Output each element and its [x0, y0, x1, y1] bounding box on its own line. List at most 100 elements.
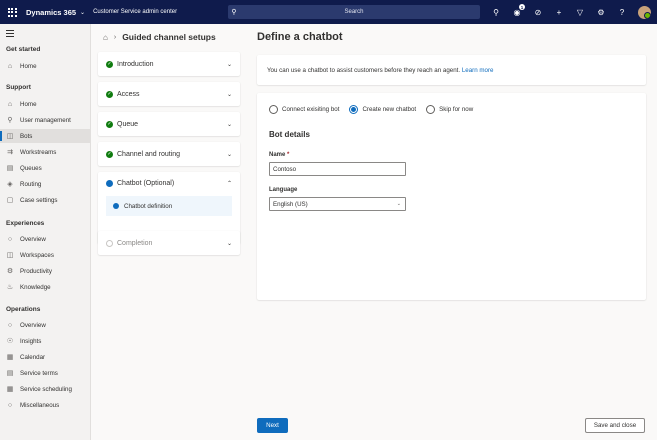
nav-label: Overview: [20, 235, 46, 243]
name-label: Name *: [269, 152, 289, 158]
search-box[interactable]: ⚲ Search: [228, 5, 480, 19]
left-nav: Get started ⌂ Home Support ⌂ Home ⚲ User ma…: [0, 24, 91, 440]
radio-circle-selected: [349, 105, 359, 114]
settings-icon[interactable]: ⚙: [596, 7, 606, 17]
check-circle-icon: ✓: [106, 120, 113, 128]
step-label: Access: [117, 90, 140, 98]
bot-icon: ◫: [6, 133, 14, 140]
top-icons: ⚲ ◉ 1 ⊘ + ▽ ⚙ ?: [491, 0, 651, 24]
nav-label: Service terms: [20, 369, 58, 377]
current-step-icon: [106, 180, 113, 187]
filter-icon[interactable]: ▽: [575, 7, 585, 17]
nav-item-service-scheduling[interactable]: ▦ Service scheduling: [0, 382, 90, 396]
assist-icon[interactable]: ⊘: [533, 7, 543, 17]
step-label: Channel and routing: [117, 150, 181, 158]
language-value: English (US): [273, 200, 308, 208]
bot-details-heading: Bot details: [269, 130, 310, 139]
name-field[interactable]: Contoso: [269, 162, 406, 176]
check-circle-icon: ✓: [106, 90, 113, 98]
step-queue[interactable]: ✓ Queue ⌄: [98, 112, 240, 136]
scheduling-icon: ▦: [6, 386, 14, 393]
nav-item-service-terms[interactable]: ▤ Service terms: [0, 366, 90, 380]
nav-label: Insights: [20, 337, 42, 345]
search-icon: ⚲: [231, 9, 237, 16]
queue-icon: ▤: [6, 165, 14, 172]
hamburger-icon[interactable]: [6, 30, 14, 39]
nav-label: Workstreams: [20, 148, 57, 156]
substep-label: Chatbot definition: [124, 202, 173, 210]
top-bar: Dynamics 365 ⌄ Customer Service admin ce…: [0, 0, 657, 24]
chevron-down-icon[interactable]: ⌄: [80, 9, 85, 16]
nav-item-productivity[interactable]: ⚙ Productivity: [0, 264, 90, 278]
search-placeholder: Search: [344, 9, 364, 15]
radio-circle: [426, 105, 436, 114]
step-label: Chatbot (Optional): [117, 180, 175, 187]
radio-create-new[interactable]: Create new chatbot: [349, 105, 416, 114]
home-icon[interactable]: ⌂: [103, 33, 108, 42]
nav-item-home[interactable]: ⌂ Home: [0, 97, 90, 111]
nav-label: Productivity: [20, 267, 52, 275]
add-icon[interactable]: +: [554, 7, 564, 17]
home-icon: ⌂: [7, 62, 13, 70]
nav-item-queues[interactable]: ▤ Queues: [0, 161, 90, 175]
nav-label: Case settings: [20, 196, 58, 204]
step-completion[interactable]: Completion ⌄: [98, 231, 240, 255]
case-icon: ▢: [6, 197, 14, 204]
area-name: Customer Service admin center: [93, 9, 178, 15]
learn-more-link[interactable]: Learn more: [462, 67, 494, 74]
nav-label: Queues: [20, 164, 42, 172]
chevron-right-icon: ›: [113, 33, 117, 41]
language-label: Language: [269, 187, 298, 193]
avatar[interactable]: [638, 5, 651, 19]
radio-connect-existing[interactable]: Connect exisiting bot: [269, 105, 339, 114]
next-button[interactable]: Next: [257, 418, 288, 433]
nav-item-user-management[interactable]: ⚲ User management: [0, 113, 90, 127]
save-and-close-button[interactable]: Save and close: [585, 418, 645, 433]
nav-label: Home: [20, 62, 37, 70]
nav-item-overview-operations[interactable]: ○ Overview: [0, 318, 90, 332]
step-introduction[interactable]: ✓ Introduction ⌄: [98, 52, 240, 76]
chevron-down-icon: ⌄: [226, 61, 232, 68]
home-icon: ⌂: [7, 100, 13, 108]
app-name[interactable]: Dynamics 365: [26, 8, 76, 17]
chevron-down-icon: ⌄: [396, 201, 401, 207]
insights-icon: ☉: [6, 338, 14, 345]
nav-item-miscellaneous[interactable]: ○ Miscellaneous: [0, 398, 90, 412]
nav-item-workstreams[interactable]: ⇉ Workstreams: [0, 145, 90, 159]
step-access[interactable]: ✓ Access ⌄: [98, 82, 240, 106]
chevron-down-icon: ⌄: [226, 151, 232, 158]
language-dropdown[interactable]: English (US) ⌄: [269, 197, 406, 211]
overview-icon: ○: [7, 321, 13, 329]
nav-item-calendar[interactable]: ▦ Calendar: [0, 350, 90, 364]
miscellaneous-icon: ○: [7, 401, 13, 409]
step-channel-routing[interactable]: ✓ Channel and routing ⌄: [98, 142, 240, 166]
nav-item-workspaces[interactable]: ◫ Workspaces: [0, 248, 90, 262]
check-circle-icon: ✓: [106, 150, 113, 158]
calendar-icon: ▦: [6, 354, 14, 361]
chevron-down-icon: ⌄: [226, 121, 232, 128]
nav-section-support: Support: [6, 84, 31, 91]
substep-chatbot-definition[interactable]: Chatbot definition: [106, 196, 232, 216]
breadcrumb-title: Guided channel setups: [122, 32, 216, 42]
nav-item-case-settings[interactable]: ▢ Case settings: [0, 193, 90, 207]
nav-section-operations: Operations: [6, 306, 41, 313]
notification-icon[interactable]: ◉ 1: [512, 4, 525, 17]
nav-item-knowledge[interactable]: ♨ Knowledge: [0, 280, 90, 294]
waffle-icon: [7, 7, 17, 17]
radio-label: Create new chatbot: [362, 106, 417, 113]
nav-item-bots[interactable]: ◫ Bots: [0, 129, 90, 143]
workstream-icon: ⇉: [7, 149, 13, 156]
nav-item-routing[interactable]: ◈ Routing: [0, 177, 90, 191]
required-indicator: *: [287, 152, 290, 158]
lightbulb-icon[interactable]: ⚲: [491, 7, 501, 17]
help-icon[interactable]: ?: [617, 7, 627, 17]
nav-section-get-started: Get started: [6, 46, 41, 53]
radio-circle: [269, 105, 278, 114]
nav-item-insights[interactable]: ☉ Insights: [0, 334, 90, 348]
radio-skip[interactable]: Skip for now: [426, 105, 473, 114]
nav-item-overview-experiences[interactable]: ○ Overview: [0, 232, 90, 246]
nav-item-home-top[interactable]: ⌂ Home: [0, 59, 90, 73]
service-terms-icon: ▤: [6, 370, 14, 377]
nav-label: Overview: [20, 321, 46, 329]
app-launcher-button[interactable]: [0, 0, 24, 24]
